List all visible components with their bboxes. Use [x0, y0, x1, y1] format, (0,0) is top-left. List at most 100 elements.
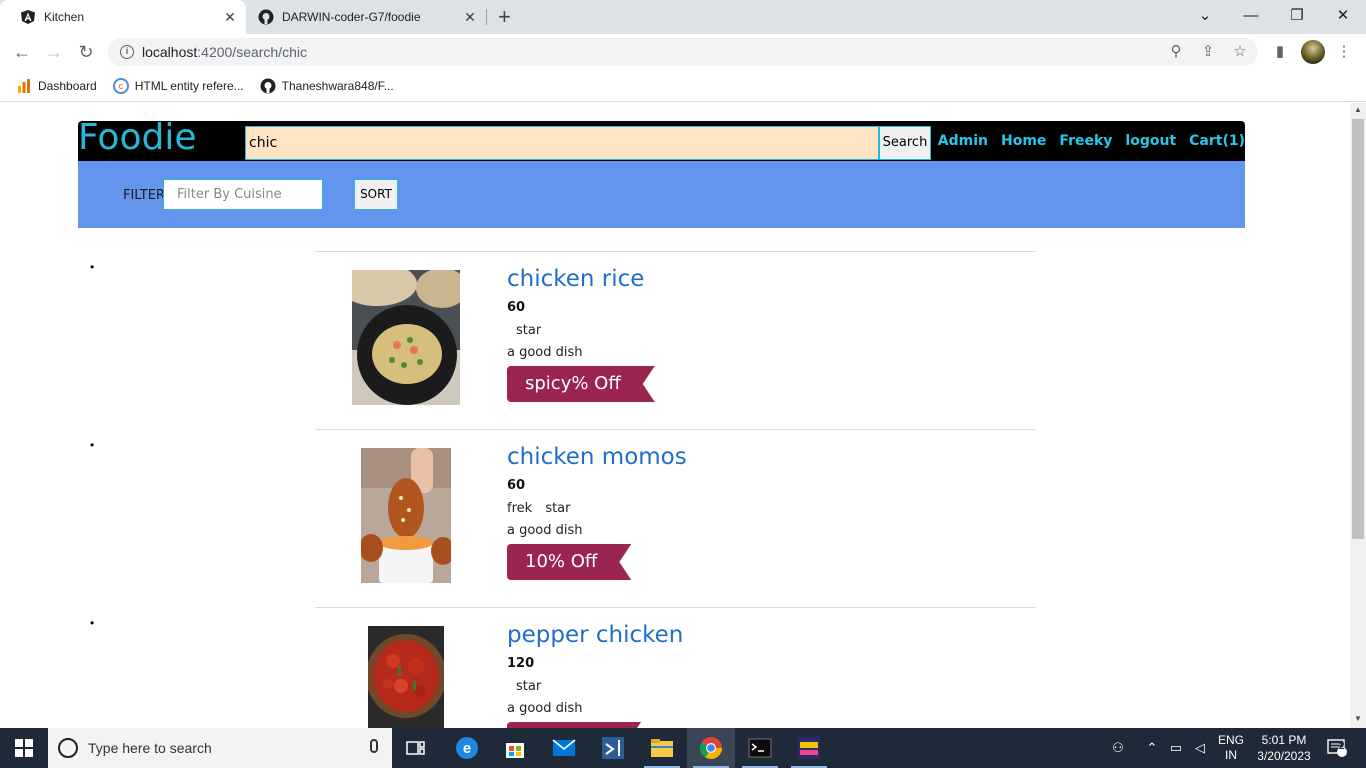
tab-kitchen[interactable]: Kitchen ✕: [0, 0, 246, 34]
page-viewport: Foodie chic Search Admin Home Freeky log…: [0, 103, 1350, 728]
address-bar[interactable]: i localhost:4200/search/chic: [108, 38, 1258, 66]
list-item: • chicken rice 60 star a good dish spicy…: [90, 251, 1036, 429]
close-icon[interactable]: ✕: [460, 9, 480, 26]
nav-home[interactable]: Home: [1001, 133, 1046, 149]
dish-tags: star: [507, 679, 550, 694]
offer-ribbon: 10% Off: [507, 544, 631, 580]
page-scrollbar[interactable]: ▲ ▼: [1350, 103, 1366, 728]
taskbar-search-input[interactable]: Type here to search: [48, 728, 392, 768]
nav-admin[interactable]: Admin: [938, 133, 988, 149]
new-tab-icon[interactable]: +: [498, 4, 511, 30]
clock-date: 3/20/2023: [1257, 749, 1311, 763]
list-item: • pepper chicken 120 star a good dish: [90, 607, 1036, 728]
bookmark-html-entity[interactable]: C HTML entity refere...: [112, 77, 244, 94]
vscode-icon[interactable]: [589, 728, 637, 768]
site-info-icon[interactable]: i: [120, 45, 134, 59]
edge-icon[interactable]: e: [443, 728, 491, 768]
nav-cart[interactable]: Cart(1): [1189, 133, 1245, 149]
window-close-icon[interactable]: ✕: [1320, 0, 1366, 30]
search-icon: [58, 738, 78, 758]
bookmark-star-icon[interactable]: ☆: [1230, 42, 1250, 62]
game-app-icon[interactable]: [785, 728, 833, 768]
angular-icon: [20, 9, 36, 25]
dish-description: a good dish: [507, 701, 583, 716]
svg-text:C: C: [118, 84, 123, 91]
cuisine-filter-input[interactable]: Filter By Cuisine: [163, 179, 323, 210]
bookmark-label: Thaneshwara848/F...: [281, 78, 394, 93]
share-icon[interactable]: ⇪: [1198, 42, 1218, 62]
windows-start-icon[interactable]: [0, 728, 48, 768]
reload-icon[interactable]: ↻: [74, 40, 98, 64]
tab-strip: Kitchen ✕ DARWIN-coder-G7/foodie ✕ + ⌄ —…: [0, 0, 1366, 34]
browser-toolbar: ← → ↻ i localhost:4200/search/chic ⚲ ⇪ ☆…: [0, 34, 1366, 70]
close-icon[interactable]: ✕: [220, 9, 240, 26]
back-arrow-icon[interactable]: ←: [10, 40, 34, 64]
list-bullet: •: [90, 260, 95, 274]
task-view-icon[interactable]: [392, 728, 440, 768]
app-logo[interactable]: Foodie: [78, 117, 196, 158]
mail-icon[interactable]: [540, 728, 588, 768]
people-icon[interactable]: ⚇: [1110, 740, 1126, 756]
chrome-icon[interactable]: [687, 728, 735, 768]
pepper-chicken-image[interactable]: [368, 626, 444, 728]
bookmark-label: Dashboard: [38, 78, 97, 93]
restore-icon[interactable]: ❐: [1274, 0, 1320, 30]
chicken-rice-image[interactable]: [352, 270, 460, 405]
file-explorer-icon[interactable]: [638, 728, 686, 768]
list-item: • chicken momos 60 frek star a good dish…: [90, 429, 1036, 607]
search-button[interactable]: Search: [879, 126, 931, 160]
microphone-icon[interactable]: [370, 739, 378, 753]
store-icon[interactable]: [491, 728, 539, 768]
dish-name[interactable]: chicken rice: [507, 266, 644, 292]
chevron-up-icon[interactable]: ⌃: [1144, 740, 1160, 756]
language-indicator[interactable]: ENG IN: [1218, 728, 1244, 768]
scroll-thumb[interactable]: [1352, 119, 1364, 539]
zoom-icon[interactable]: ⚲: [1166, 42, 1186, 62]
dish-name[interactable]: chicken momos: [507, 444, 687, 470]
dish-price: 60: [507, 300, 526, 315]
github-icon: [258, 9, 274, 25]
side-panel-icon[interactable]: ▮: [1270, 42, 1290, 62]
web-icon: C: [112, 77, 129, 94]
bookmark-dashboard[interactable]: Dashboard: [16, 78, 97, 94]
bookmark-label: HTML entity refere...: [134, 78, 244, 93]
github-icon: [260, 78, 276, 94]
chicken-momos-image[interactable]: [361, 448, 451, 583]
dish-tags: frek star: [507, 501, 580, 516]
menu-kebab-icon[interactable]: ⋮: [1334, 42, 1354, 62]
minimize-icon[interactable]: —: [1228, 0, 1274, 30]
network-icon[interactable]: ▭: [1168, 740, 1184, 756]
avatar[interactable]: [1301, 40, 1325, 64]
nav-logout[interactable]: logout: [1125, 133, 1176, 149]
notification-center-icon[interactable]: 2: [1322, 728, 1352, 768]
svg-text:e: e: [463, 740, 471, 757]
notification-count: 2: [1339, 741, 1345, 752]
nav-links: Admin Home Freeky logout Cart(1): [925, 121, 1245, 161]
filter-label: FILTER: [123, 188, 165, 203]
volume-muted-icon[interactable]: ◁: [1192, 740, 1208, 756]
bookmarks-bar: Dashboard C HTML entity refere... Thanes…: [0, 70, 1366, 102]
list-bullet: •: [90, 438, 95, 452]
scroll-down-icon[interactable]: ▼: [1350, 712, 1366, 726]
clock[interactable]: 5:01 PM 3/20/2023: [1253, 728, 1315, 768]
tab-separator: [486, 9, 487, 25]
terminal-icon[interactable]: [736, 728, 784, 768]
dish-tag: star: [545, 501, 571, 516]
clock-time: 5:01 PM: [1261, 733, 1307, 747]
dish-description: a good dish: [507, 345, 583, 360]
dish-tag: star: [516, 679, 542, 694]
filter-bar: FILTER Filter By Cuisine SORT: [78, 161, 1245, 228]
dish-tag: frek: [507, 501, 533, 516]
tab-github[interactable]: DARWIN-coder-G7/foodie ✕: [246, 0, 486, 34]
dish-price: 60: [507, 478, 526, 493]
bookmark-github[interactable]: Thaneshwara848/F...: [260, 78, 394, 94]
sort-button[interactable]: SORT: [354, 179, 398, 210]
dish-name[interactable]: pepper chicken: [507, 622, 683, 648]
dish-price: 120: [507, 656, 535, 671]
scroll-up-icon[interactable]: ▲: [1350, 103, 1366, 117]
nav-freeky[interactable]: Freeky: [1059, 133, 1112, 149]
search-input[interactable]: chic: [245, 126, 879, 160]
tab-search-chevron-icon[interactable]: ⌄: [1182, 0, 1228, 30]
forward-arrow-icon[interactable]: →: [42, 40, 66, 64]
windows-taskbar: Type here to search e ⚇ ⌃ ▭ ◁ ENG IN 5:0…: [0, 728, 1366, 768]
